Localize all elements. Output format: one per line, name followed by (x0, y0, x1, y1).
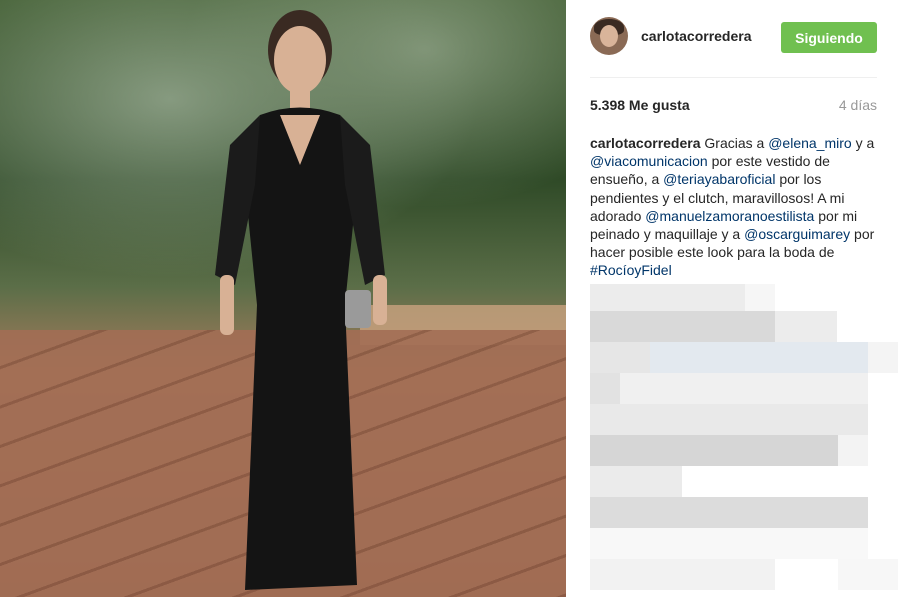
post-photo[interactable] (0, 0, 566, 597)
pixel-block (590, 311, 775, 342)
mention-link[interactable]: @oscarguimarey (744, 226, 850, 242)
pixel-block (590, 373, 620, 404)
likes-count[interactable]: 5.398 Me gusta (590, 97, 690, 113)
pixel-block (590, 342, 650, 373)
mention-link[interactable]: @manuelzamoranoestilista (645, 208, 814, 224)
pixel-block (620, 373, 868, 404)
post-caption: carlotacorredera Gracias a @elena_miro y… (590, 134, 882, 280)
post-timestamp[interactable]: 4 días (839, 97, 877, 113)
post-header: carlotacorredera Siguiendo (590, 17, 877, 78)
pixel-block (590, 528, 868, 559)
post-details-panel: carlotacorredera Siguiendo 5.398 Me gust… (566, 0, 900, 597)
pixel-block (868, 342, 898, 373)
caption-text: y a (851, 135, 875, 151)
mention-link[interactable]: @teriayabaroficial (663, 171, 775, 187)
caption-username[interactable]: carlotacorredera (590, 135, 701, 151)
pixel-block (590, 466, 682, 497)
pixelated-comments-area (590, 284, 900, 590)
avatar-face (600, 25, 618, 47)
pixel-block (590, 404, 868, 435)
pixel-block (650, 342, 868, 373)
avatar[interactable] (590, 17, 628, 55)
pixel-block (775, 311, 837, 342)
mention-link[interactable]: @elena_miro (768, 135, 851, 151)
following-button[interactable]: Siguiendo (781, 22, 877, 53)
pixel-block (590, 435, 838, 466)
pixel-block (838, 559, 898, 590)
mention-link[interactable]: @viacomunicacion (590, 153, 708, 169)
username-link[interactable]: carlotacorredera (641, 28, 752, 44)
hashtag-link[interactable]: #RocíoyFidel (590, 262, 672, 278)
pixel-block (838, 435, 868, 466)
pixel-block (590, 497, 868, 528)
pixel-block (590, 559, 775, 590)
caption-text: Gracias a (700, 135, 769, 151)
photo-person-in-black-dress (215, 10, 387, 590)
